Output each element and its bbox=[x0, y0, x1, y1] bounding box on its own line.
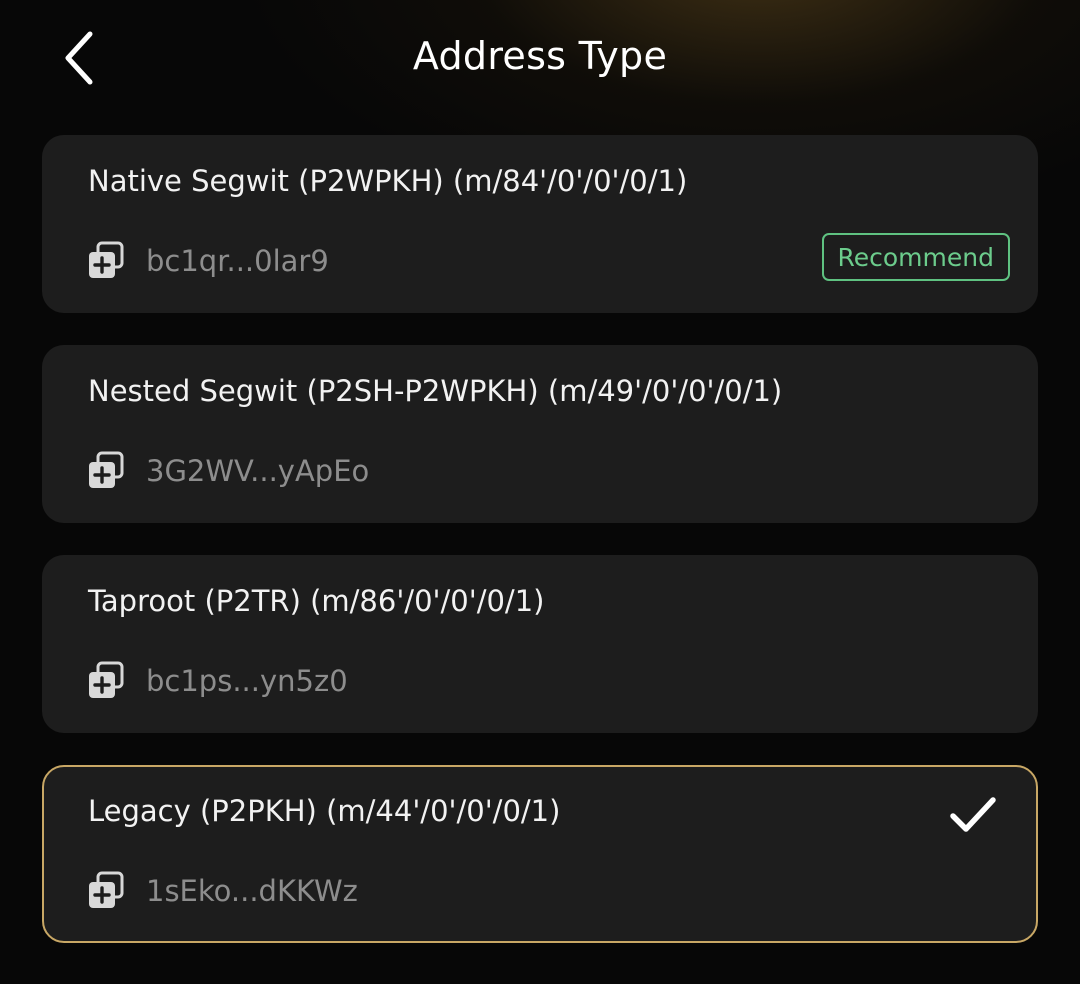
address-value: 1sEko...dKKWz bbox=[146, 874, 358, 908]
address-type-card-taproot[interactable]: Taproot (P2TR) (m/86'/0'/0'/0/1) bc1ps..… bbox=[42, 555, 1038, 733]
address-value: bc1ps...yn5z0 bbox=[146, 664, 348, 698]
address-value: bc1qr...0lar9 bbox=[146, 244, 329, 278]
page-title: Address Type bbox=[412, 34, 668, 78]
address-row: bc1qr...0lar9 bbox=[86, 237, 329, 285]
copy-icon[interactable] bbox=[86, 451, 126, 491]
address-row: 3G2WV...yApEo bbox=[86, 447, 369, 495]
address-type-screen: Address Type Native Segwit (P2WPKH) (m/8… bbox=[0, 0, 1080, 984]
address-type-title: Legacy (P2PKH) (m/44'/0'/0'/0/1) bbox=[88, 794, 561, 828]
address-type-card-legacy[interactable]: Legacy (P2PKH) (m/44'/0'/0'/0/1) 1sEko..… bbox=[42, 765, 1038, 943]
copy-icon[interactable] bbox=[86, 871, 126, 911]
copy-icon[interactable] bbox=[86, 661, 126, 701]
address-row: bc1ps...yn5z0 bbox=[86, 657, 348, 705]
checkmark-icon bbox=[950, 797, 996, 832]
address-type-card-native-segwit[interactable]: Native Segwit (P2WPKH) (m/84'/0'/0'/0/1)… bbox=[42, 135, 1038, 313]
copy-icon[interactable] bbox=[86, 241, 126, 281]
address-type-title: Native Segwit (P2WPKH) (m/84'/0'/0'/0/1) bbox=[88, 164, 688, 198]
address-row: 1sEko...dKKWz bbox=[86, 867, 358, 915]
address-type-list: Native Segwit (P2WPKH) (m/84'/0'/0'/0/1)… bbox=[42, 135, 1038, 975]
address-value: 3G2WV...yApEo bbox=[146, 454, 370, 488]
address-type-title: Nested Segwit (P2SH-P2WPKH) (m/49'/0'/0'… bbox=[88, 374, 783, 408]
address-type-card-nested-segwit[interactable]: Nested Segwit (P2SH-P2WPKH) (m/49'/0'/0'… bbox=[42, 345, 1038, 523]
header: Address Type bbox=[0, 0, 1080, 118]
address-type-title: Taproot (P2TR) (m/86'/0'/0'/0/1) bbox=[88, 584, 545, 618]
recommend-badge: Recommend bbox=[821, 233, 1010, 281]
